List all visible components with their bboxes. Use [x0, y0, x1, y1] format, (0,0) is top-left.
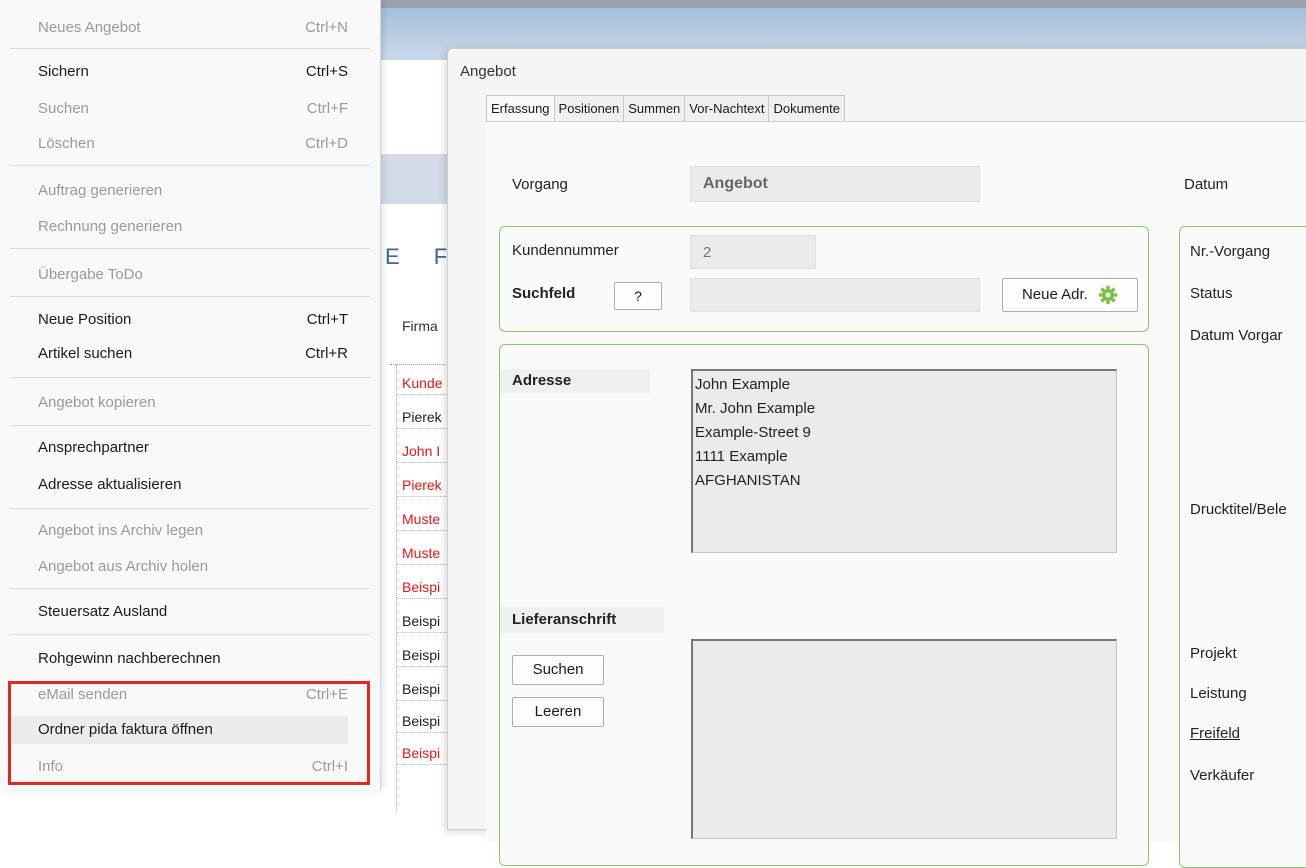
app-band — [380, 154, 450, 204]
menu-item-label: Rechnung generieren — [38, 218, 183, 235]
status-label: Status — [1190, 285, 1233, 302]
adresse-group: Adresse John Example Mr. John Example Ex… — [499, 344, 1149, 866]
datum-label: Datum — [1184, 176, 1229, 193]
tab-vor-nachtext[interactable]: Vor-Nachtext — [684, 95, 770, 122]
adresse-line: Mr. John Example — [695, 400, 816, 417]
menu-item-neues-angebot[interactable]: Neues Angebot Ctrl+N — [38, 14, 348, 42]
menu-item-angebot-ins-archiv[interactable]: Angebot ins Archiv legen — [38, 517, 348, 545]
leistung-label: Leistung — [1190, 685, 1247, 702]
suchfeld-label: Suchfeld — [512, 285, 576, 302]
menu-item-shortcut: Ctrl+N — [305, 19, 348, 36]
menu-item-label: Neues Angebot — [38, 19, 141, 36]
lieferanschrift-label: Lieferanschrift — [500, 607, 664, 633]
menu-item-label: Löschen — [38, 135, 95, 152]
menu-separator — [10, 377, 370, 378]
menu-item-artikel-suchen[interactable]: Artikel suchen Ctrl+R — [38, 340, 348, 368]
adresse-line: 1111 Example — [695, 448, 788, 465]
angebot-dialog: Angebot Erfassung Positionen Summen Vor-… — [447, 48, 1306, 868]
tab-erfassung[interactable]: Erfassung — [486, 95, 555, 122]
app-toolbar-area — [380, 60, 450, 154]
menu-item-loeschen[interactable]: Löschen Ctrl+D — [38, 130, 348, 158]
neue-adresse-label: Neue Adr. — [1021, 286, 1088, 303]
vorgang-field: Angebot — [690, 166, 980, 202]
menu-separator — [10, 248, 370, 249]
menu-item-uebergabe-todo[interactable]: Übergabe ToDo — [38, 261, 348, 289]
column-header-firma: Firma — [402, 318, 438, 334]
adresse-textarea[interactable]: John Example Mr. John Example Example-St… — [691, 369, 1117, 553]
menu-item-sichern[interactable]: Sichern Ctrl+S — [38, 58, 348, 86]
menu-item-label: Auftrag generieren — [38, 182, 163, 199]
menu-separator — [10, 634, 370, 635]
adresse-label: Adresse — [500, 369, 650, 393]
tab-dokumente[interactable]: Dokumente — [768, 95, 845, 122]
menu-item-label: Angebot ins Archiv legen — [38, 522, 204, 539]
menu-item-label: Rohgewinn nachberechnen — [38, 650, 221, 667]
vorgang-label: Vorgang — [512, 176, 568, 193]
suchfeld-input[interactable] — [690, 278, 980, 312]
projekt-label: Projekt — [1190, 645, 1237, 662]
verkaeufer-label: Verkäufer — [1190, 767, 1255, 784]
menu-item-steuersatz-ausland[interactable]: Steuersatz Ausland — [38, 598, 348, 626]
adresse-line: John Example — [695, 376, 791, 393]
menu-item-label: Artikel suchen — [38, 345, 133, 362]
menu-item-angebot-aus-archiv[interactable]: Angebot aus Archiv holen — [38, 553, 348, 581]
menu-item-shortcut: Ctrl+F — [306, 100, 348, 117]
menu-item-suchen[interactable]: Suchen Ctrl+F — [38, 95, 348, 123]
menu-item-shortcut: Ctrl+D — [305, 135, 348, 152]
tab-positionen[interactable]: Positionen — [553, 95, 625, 122]
menu-item-label: Steuersatz Ausland — [38, 603, 168, 620]
context-menu: Neues Angebot Ctrl+N Sichern Ctrl+S Suchen… — [0, 0, 381, 790]
menu-separator — [10, 296, 370, 297]
menu-item-shortcut: Ctrl+S — [305, 63, 348, 80]
menu-separator — [10, 508, 370, 509]
gear-icon — [1098, 285, 1118, 305]
lieferanschrift-textarea[interactable] — [691, 639, 1117, 839]
kundennummer-label: Kundennummer — [512, 242, 619, 259]
menu-item-label: Sichern — [38, 63, 89, 80]
menu-separator — [10, 48, 370, 49]
menu-separator — [10, 425, 370, 426]
menu-item-rohgewinn-nachberechnen[interactable]: Rohgewinn nachberechnen — [38, 645, 348, 673]
kundennummer-field[interactable]: 2 — [690, 235, 816, 269]
grid-column-header[interactable]: Firma — [390, 306, 450, 365]
menu-item-label: Adresse aktualisieren — [38, 476, 182, 493]
app-top-border — [380, 0, 1306, 8]
menu-item-adresse-aktualisieren[interactable]: Adresse aktualisieren — [38, 471, 348, 499]
menu-separator — [10, 588, 370, 589]
menu-item-angebot-kopieren[interactable]: Angebot kopieren — [38, 389, 348, 417]
menu-item-shortcut: Ctrl+R — [305, 345, 348, 362]
erfassung-panel: Vorgang Angebot Datum Kundennummer 2 Suc… — [486, 121, 1306, 868]
freifeld-link[interactable]: Freifeld — [1190, 725, 1240, 742]
drucktitel-label: Drucktitel/Bele — [1190, 501, 1287, 518]
kunden-group: Kundennummer 2 Suchfeld ? Neue Adr. — [499, 226, 1149, 332]
tab-bar: Erfassung Positionen Summen Vor-Nachtext… — [486, 95, 845, 122]
menu-item-label: Neue Position — [38, 311, 132, 328]
vorgang-details-group: Nr.-Vorgang Status Datum Vorgar Drucktit… — [1179, 226, 1306, 868]
nr-vorgang-label: Nr.-Vorgang — [1190, 243, 1271, 260]
help-button[interactable]: ? — [614, 282, 662, 310]
menu-item-shortcut: Ctrl+T — [306, 311, 348, 328]
highlight-box — [8, 681, 370, 785]
adresse-line: AFGHANISTAN — [695, 472, 801, 489]
menu-item-label: Ansprechpartner — [38, 439, 149, 456]
datum-vorgang-label: Datum Vorgar — [1190, 327, 1283, 344]
menu-item-label: Angebot kopieren — [38, 394, 156, 411]
menu-item-ansprechpartner[interactable]: Ansprechpartner — [38, 434, 348, 462]
menu-item-label: Übergabe ToDo — [38, 266, 143, 283]
tab-summen[interactable]: Summen — [623, 95, 686, 122]
menu-separator — [10, 165, 370, 166]
menu-item-label: Angebot aus Archiv holen — [38, 558, 209, 575]
adresse-line: Example-Street 9 — [695, 424, 811, 441]
leeren-button[interactable]: Leeren — [512, 697, 604, 727]
menu-item-rechnung-generieren[interactable]: Rechnung generieren — [38, 213, 348, 241]
neue-adresse-button[interactable]: Neue Adr. — [1002, 278, 1138, 312]
suchen-button[interactable]: Suchen — [512, 655, 604, 685]
menu-item-label: Suchen — [38, 100, 89, 117]
menu-item-auftrag-generieren[interactable]: Auftrag generieren — [38, 177, 348, 205]
menu-item-neue-position[interactable]: Neue Position Ctrl+T — [38, 306, 348, 334]
dialog-title: Angebot — [460, 63, 516, 80]
